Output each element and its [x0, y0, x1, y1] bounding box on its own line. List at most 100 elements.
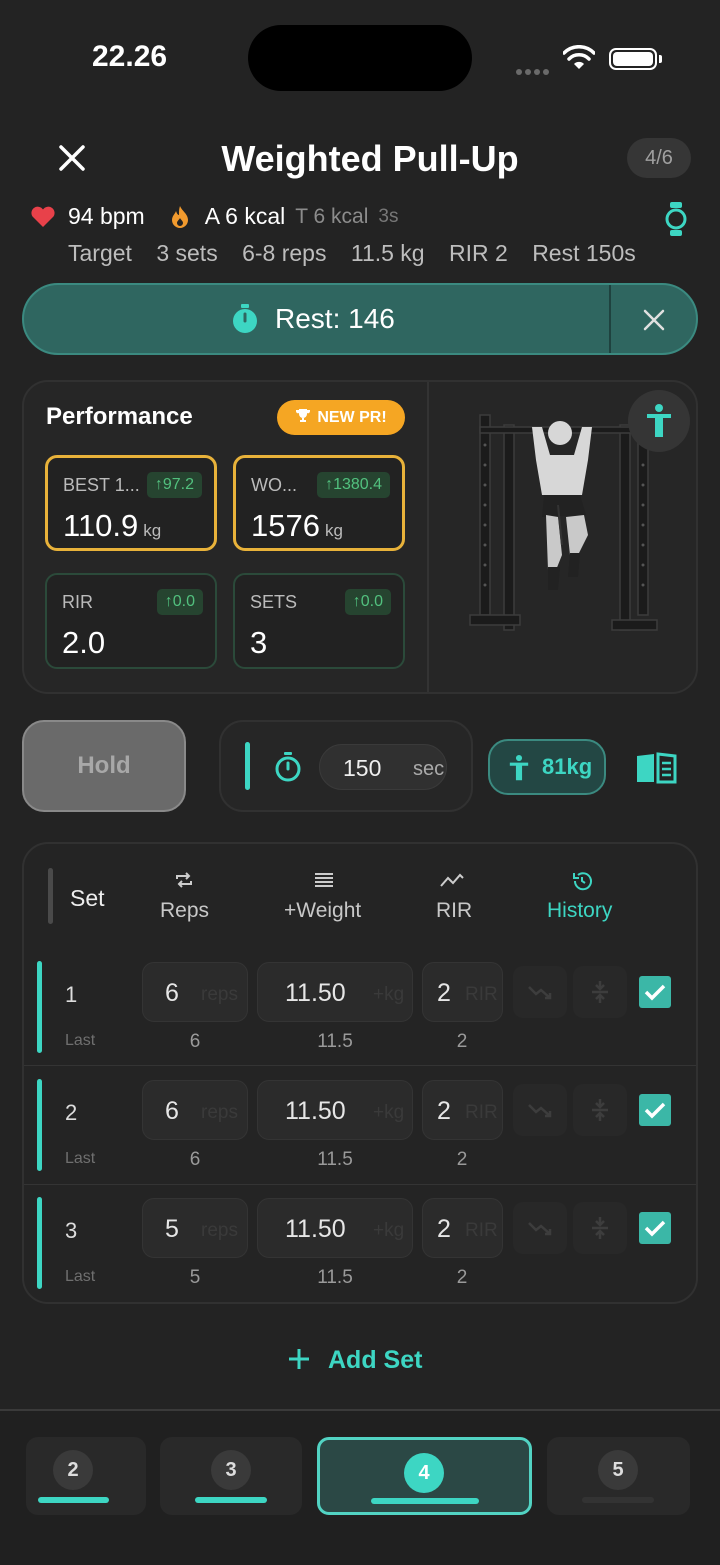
- reps-placeholder: reps: [201, 984, 238, 1005]
- rir-value: 2: [437, 979, 451, 1007]
- rir-value: 2: [437, 1215, 451, 1243]
- tab-number: 5: [598, 1450, 638, 1490]
- muscle-view-button[interactable]: [628, 390, 690, 452]
- repeat-icon: [176, 872, 192, 888]
- history-icon: [573, 872, 592, 891]
- check-icon: [644, 1220, 666, 1237]
- last-rir: 2: [456, 1267, 468, 1288]
- dynamic-island: [248, 25, 472, 91]
- exercise-tab-5[interactable]: 5: [547, 1437, 690, 1515]
- hold-button[interactable]: Hold: [22, 720, 186, 812]
- check-icon: [644, 984, 666, 1001]
- tab-number: 2: [53, 1450, 93, 1490]
- set-complete-checkbox[interactable]: [639, 1212, 671, 1244]
- drop-set-button[interactable]: [513, 1202, 567, 1254]
- performance-divider: [427, 382, 429, 692]
- target-rest: Rest 150s: [532, 240, 636, 266]
- bodyweight-button[interactable]: 81kg: [488, 739, 606, 795]
- col-set-header: Set: [70, 885, 105, 911]
- rest-indicator: [245, 742, 250, 790]
- exercise-tab-4[interactable]: 4: [317, 1437, 532, 1515]
- stat-value: 110.9 kg: [63, 508, 161, 544]
- reps-value: 5: [165, 1215, 179, 1243]
- tab-progress: [195, 1497, 267, 1503]
- reps-input[interactable]: 6 reps: [142, 962, 248, 1022]
- row-divider: [24, 1065, 696, 1066]
- weight-input[interactable]: 11.50 +kg: [257, 1198, 413, 1258]
- reps-input[interactable]: 5 reps: [142, 1198, 248, 1258]
- stat-value: 2.0: [62, 625, 105, 661]
- check-icon: [644, 1102, 666, 1119]
- set-number: 3: [65, 1218, 78, 1243]
- last-reps: 6: [189, 1031, 201, 1052]
- col-rir-header[interactable]: RIR: [436, 899, 472, 923]
- set-row-indicator: [37, 1079, 42, 1171]
- stat-rir: RIR ↑0.0 2.0: [45, 573, 217, 669]
- status-time: 22.26: [92, 40, 168, 73]
- weight-input[interactable]: 11.50 +kg: [257, 962, 413, 1022]
- col-weight-header[interactable]: +Weight: [284, 899, 361, 923]
- battery-tip: [659, 55, 662, 63]
- rir-input[interactable]: 2 RIR: [422, 1080, 503, 1140]
- tab-number: 3: [211, 1450, 251, 1490]
- stat-delta: ↑0.0: [156, 589, 203, 615]
- trend-down-icon: [528, 1222, 552, 1236]
- exercise-tab-2[interactable]: 2: [26, 1437, 146, 1515]
- drop-set-button[interactable]: [513, 966, 567, 1018]
- target-row: Target 3 sets 6-8 reps 11.5 kg RIR 2 Res…: [68, 240, 654, 267]
- dismiss-rest-icon[interactable]: [643, 309, 665, 331]
- target-weight: 11.5 kg: [350, 240, 425, 266]
- active-kcal: A 6 kcal: [204, 203, 286, 229]
- plus-icon: [289, 1349, 309, 1369]
- rest-seconds-unit: sec: [413, 758, 445, 780]
- split-set-button[interactable]: [573, 1202, 627, 1254]
- rir-input[interactable]: 2 RIR: [422, 1198, 503, 1258]
- trophy-icon: [296, 409, 311, 422]
- reps-value: 6: [165, 979, 179, 1007]
- set-complete-checkbox[interactable]: [639, 1094, 671, 1126]
- weight-input[interactable]: 11.50 +kg: [257, 1080, 413, 1140]
- split-set-button[interactable]: [573, 966, 627, 1018]
- battery-icon: [609, 48, 657, 70]
- rir-input[interactable]: 2 RIR: [422, 962, 503, 1022]
- add-set-button[interactable]: Add Set: [288, 1346, 422, 1375]
- target-label: Target: [68, 240, 132, 266]
- list-icon: [315, 873, 333, 887]
- book-icon[interactable]: [635, 752, 677, 784]
- split-icon: [592, 1099, 608, 1121]
- col-reps-header[interactable]: Reps: [160, 899, 209, 923]
- tab-number: 4: [404, 1453, 444, 1493]
- stat-delta: ↑0.0: [344, 589, 391, 615]
- set-row-indicator: [37, 961, 42, 1053]
- person-icon: [509, 755, 529, 781]
- exercise-counter[interactable]: 4/6: [627, 138, 691, 178]
- flame-icon: [171, 205, 188, 228]
- split-set-button[interactable]: [573, 1084, 627, 1136]
- last-reps: 5: [189, 1267, 201, 1288]
- weight-value: 11.50: [285, 1215, 346, 1243]
- set-complete-checkbox[interactable]: [639, 976, 671, 1008]
- last-label: Last: [65, 1150, 96, 1167]
- watch-icon[interactable]: [664, 202, 688, 236]
- rir-placeholder: RIR: [465, 1102, 498, 1123]
- exercise-tab-3[interactable]: 3: [160, 1437, 302, 1515]
- last-rir: 2: [456, 1031, 468, 1052]
- history-tab[interactable]: History: [547, 899, 612, 923]
- person-icon: [647, 404, 671, 437]
- exercise-title: Weighted Pull-Up: [221, 138, 519, 179]
- reps-placeholder: reps: [201, 1220, 238, 1241]
- split-icon: [592, 1217, 608, 1239]
- stat-unit: kg: [143, 521, 162, 540]
- set-number: 1: [65, 982, 78, 1007]
- drop-set-button[interactable]: [513, 1084, 567, 1136]
- stat-label: BEST 1...: [63, 475, 140, 495]
- stat-delta: ↑97.2: [146, 472, 202, 498]
- stat-number: 2.0: [62, 625, 106, 660]
- set-row-indicator: [37, 1197, 42, 1289]
- total-kcal: T 6 kcal: [295, 204, 369, 228]
- reps-input[interactable]: 6 reps: [142, 1080, 248, 1140]
- last-label: Last: [65, 1032, 96, 1049]
- timer-icon: [275, 752, 301, 782]
- stat-label: SETS: [250, 592, 298, 612]
- heart-icon: [31, 206, 55, 227]
